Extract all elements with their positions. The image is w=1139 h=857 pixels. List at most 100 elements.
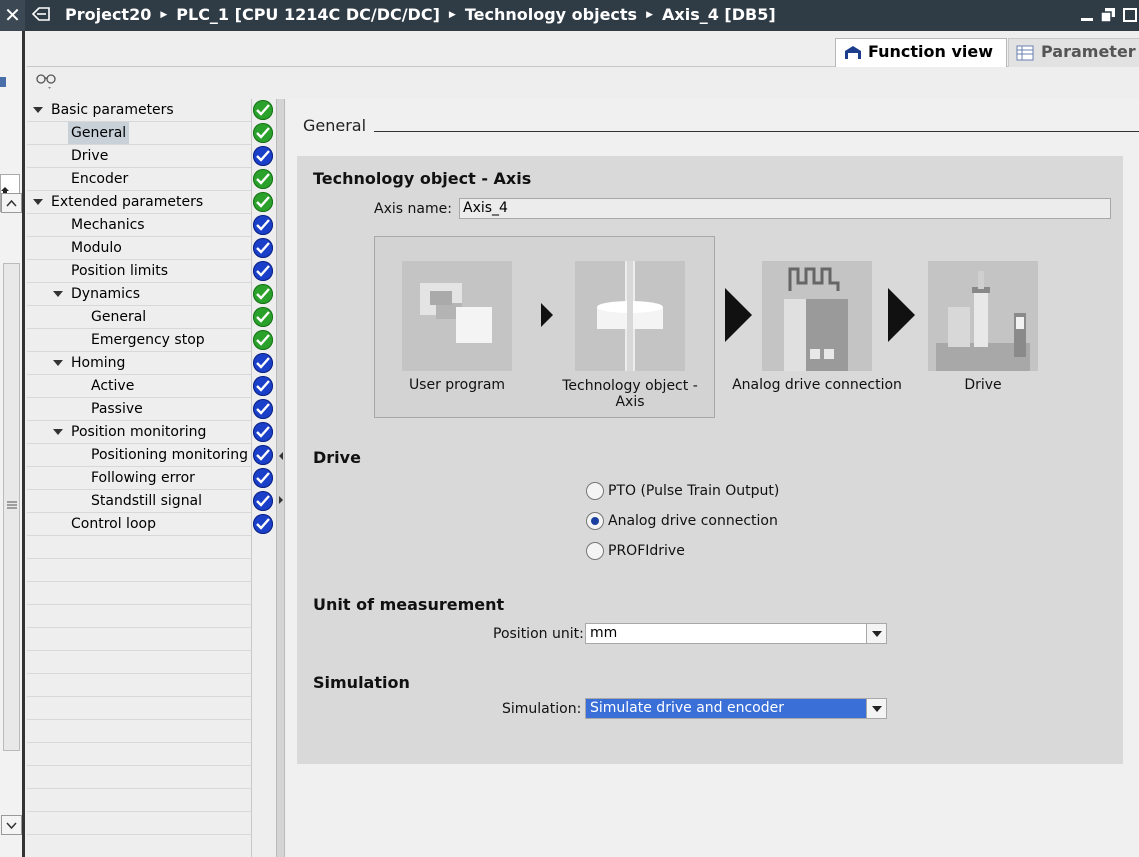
empty-row <box>27 582 275 605</box>
content-area: General Technology object - Axis Axis na… <box>286 99 1139 857</box>
scroll-up-button[interactable] <box>1 193 22 213</box>
nav-item-active[interactable]: Active <box>27 375 275 398</box>
nav-item-standstill-signal[interactable]: Standstill signal <box>27 490 275 513</box>
user-program-block[interactable] <box>402 261 512 371</box>
nav-item-basic-parameters[interactable]: Basic parameters <box>27 99 275 122</box>
breadcrumb-plc[interactable]: PLC_1 [CPU 1214C DC/DC/DC] <box>176 5 440 24</box>
empty-row <box>27 559 275 582</box>
empty-row <box>27 720 275 743</box>
tab-parameter-view[interactable]: Parameter view <box>1008 38 1139 67</box>
nav-item-emergency-stop[interactable]: Emergency stop <box>27 329 275 352</box>
nav-item-label: Active <box>91 378 135 394</box>
empty-row <box>27 628 275 651</box>
status-info-icon <box>253 353 273 373</box>
nav-item-following-error[interactable]: Following error <box>27 467 275 490</box>
empty-row <box>27 697 275 720</box>
simulation-select[interactable]: Simulate drive and encoder <box>585 698 887 719</box>
maximize-icon[interactable] <box>1122 7 1138 23</box>
nav-item-homing[interactable]: Homing <box>27 352 275 375</box>
tab-function-view[interactable]: Function view <box>835 38 1007 67</box>
analog-drive-icon <box>784 267 848 371</box>
expand-arrow-icon[interactable] <box>53 291 63 297</box>
nav-item-label: Homing <box>71 355 126 371</box>
nav-item-extended-parameters[interactable]: Extended parameters <box>27 191 275 214</box>
breadcrumb-project[interactable]: Project20 <box>65 5 151 24</box>
nav-item-control-loop[interactable]: Control loop <box>27 513 275 536</box>
arrow-right-small-icon <box>541 303 553 327</box>
navigation-tree: Basic parameters General Drive Encoder Exten… <box>27 99 275 857</box>
technology-object-block[interactable] <box>575 261 685 371</box>
scrollbar-thumb[interactable] <box>3 263 20 751</box>
breadcrumb-separator-icon: ▶ <box>646 9 653 20</box>
expand-arrow-icon[interactable] <box>53 360 63 366</box>
nav-item-general[interactable]: General <box>27 306 275 329</box>
breadcrumb-axis[interactable]: Axis_4 [DB5] <box>662 5 776 24</box>
portal-view-icon[interactable] <box>31 6 51 23</box>
expand-arrow-icon[interactable] <box>53 429 63 435</box>
user-program-icon <box>420 283 492 343</box>
dropdown-arrow-icon[interactable] <box>866 699 886 718</box>
glasses-icon[interactable] <box>35 72 57 90</box>
simulation-value: Simulate drive and encoder <box>590 700 784 716</box>
drive-label: Drive <box>964 377 1002 393</box>
left-pane-edge <box>0 31 25 857</box>
radio-profidrive-label[interactable]: PROFIdrive <box>608 543 685 559</box>
nav-item-label: Mechanics <box>71 217 145 233</box>
status-info-icon <box>253 491 273 511</box>
scroll-down-button[interactable] <box>1 815 22 835</box>
status-info-icon <box>253 422 273 442</box>
expand-right-icon[interactable] <box>277 495 285 505</box>
section-divider <box>374 131 1139 132</box>
status-ok-icon <box>253 307 273 327</box>
radio-pto-label[interactable]: PTO (Pulse Train Output) <box>608 483 779 499</box>
nav-item-encoder[interactable]: Encoder <box>27 168 275 191</box>
nav-item-label: Encoder <box>71 171 129 187</box>
nav-item-general[interactable]: General <box>27 122 275 145</box>
axis-name-field[interactable]: Axis_4 <box>459 198 1111 219</box>
nav-item-drive[interactable]: Drive <box>27 145 275 168</box>
tab-parameter-view-label: Parameter view <box>1041 42 1139 61</box>
close-icon[interactable]: ✕ <box>0 0 25 31</box>
grip-icon <box>7 501 17 509</box>
nav-item-dynamics[interactable]: Dynamics <box>27 283 275 306</box>
radio-analog-drive-label[interactable]: Analog drive connection <box>608 513 778 529</box>
breadcrumb-technology-objects[interactable]: Technology objects <box>465 5 637 24</box>
nav-item-position-limits[interactable]: Position limits <box>27 260 275 283</box>
nav-item-label: Extended parameters <box>51 194 204 210</box>
radio-pto[interactable] <box>586 482 604 500</box>
restore-icon[interactable] <box>1100 7 1116 23</box>
pane-splitter[interactable] <box>276 99 285 857</box>
arrow-right-icon <box>725 288 752 342</box>
tech-object-heading: Technology object - Axis <box>313 169 532 188</box>
breadcrumb-separator-icon: ▶ <box>448 9 456 20</box>
nav-item-positioning-monitoring[interactable]: Positioning monitoring <box>27 444 275 467</box>
nav-item-passive[interactable]: Passive <box>27 398 275 421</box>
nav-item-modulo[interactable]: Modulo <box>27 237 275 260</box>
radio-analog-drive[interactable] <box>586 512 604 530</box>
position-unit-select[interactable]: mm <box>585 623 887 644</box>
radio-profidrive[interactable] <box>586 542 604 560</box>
expand-arrow-icon[interactable] <box>33 199 43 205</box>
dropdown-arrow-icon[interactable] <box>866 624 886 643</box>
status-ok-icon <box>253 192 273 212</box>
minimize-icon[interactable] <box>1079 7 1095 23</box>
view-tabs: Function view Parameter view <box>27 31 1139 67</box>
nav-item-mechanics[interactable]: Mechanics <box>27 214 275 237</box>
collapse-left-icon[interactable] <box>277 451 285 461</box>
drive-block[interactable] <box>928 261 1038 371</box>
nav-item-position-monitoring[interactable]: Position monitoring <box>27 421 275 444</box>
nav-item-label: Position limits <box>71 263 169 279</box>
position-unit-value: mm <box>590 625 618 641</box>
unit-heading: Unit of measurement <box>313 595 505 614</box>
status-info-icon <box>253 445 273 465</box>
nav-item-label: Standstill signal <box>91 493 203 509</box>
axis-icon <box>597 261 663 371</box>
status-info-icon <box>253 376 273 396</box>
expand-arrow-icon[interactable] <box>33 107 43 113</box>
analog-drive-block[interactable] <box>762 261 872 371</box>
user-program-label: User program <box>408 377 506 393</box>
analog-drive-label: Analog drive connection <box>732 377 902 393</box>
empty-row <box>27 789 275 812</box>
status-ok-icon <box>253 284 273 304</box>
title-bar: ✕ Project20 ▶ PLC_1 [CPU 1214C DC/DC/DC]… <box>0 0 1139 31</box>
